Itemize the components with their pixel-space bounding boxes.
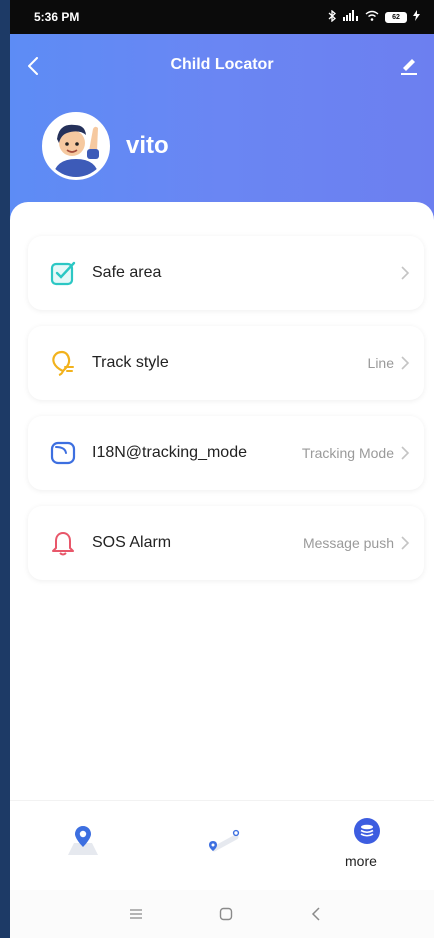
sos-alarm-row[interactable]: SOS Alarm Message push — [28, 506, 424, 580]
settings-panel: Safe area Track style Line I18N@tracking… — [10, 202, 434, 822]
page-title: Child Locator — [170, 56, 274, 73]
status-icons: 62 — [328, 9, 420, 25]
nav-location-tab[interactable] — [66, 823, 100, 862]
charging-icon — [413, 10, 420, 24]
chevron-left-icon — [311, 907, 320, 921]
track-style-label: Track style — [92, 354, 169, 371]
layers-icon — [354, 818, 380, 844]
track-style-value: Line — [367, 355, 394, 371]
more-label: more — [345, 853, 377, 869]
bluetooth-icon — [328, 9, 337, 25]
battery-icon: 62 — [385, 11, 407, 23]
home-button[interactable] — [216, 904, 236, 924]
chevron-right-icon — [401, 446, 410, 460]
square-icon — [219, 907, 233, 921]
nav-more-tab[interactable] — [353, 817, 381, 850]
location-pin-icon — [68, 826, 98, 855]
username: vito — [126, 132, 169, 159]
signal-icon — [343, 10, 359, 24]
wifi-icon — [365, 10, 379, 24]
pencil-icon — [401, 59, 417, 75]
edit-button[interactable] — [398, 54, 420, 76]
safe-area-label: Safe area — [92, 264, 162, 281]
avatar[interactable] — [42, 112, 110, 180]
route-icon — [209, 829, 240, 852]
mode-icon — [48, 438, 78, 468]
recent-apps-button[interactable] — [126, 904, 146, 924]
tracking-mode-row[interactable]: I18N@tracking_mode Tracking Mode — [28, 416, 424, 490]
balloon-icon — [48, 348, 78, 378]
tracking-mode-label: I18N@tracking_mode — [92, 444, 247, 461]
chevron-right-icon — [401, 536, 410, 550]
menu-icon — [130, 909, 142, 919]
tracking-mode-value: Tracking Mode — [301, 445, 394, 461]
chevron-right-icon — [401, 356, 410, 370]
status-time: 5:36 PM — [34, 10, 80, 24]
safe-area-row[interactable]: Safe area — [28, 236, 424, 310]
system-nav-bar — [10, 890, 434, 938]
checkbox-icon — [48, 258, 78, 288]
bell-icon — [48, 528, 78, 558]
track-style-row[interactable]: Track style Line — [28, 326, 424, 400]
sos-alarm-value: Message push — [302, 535, 394, 551]
chevron-right-icon — [401, 266, 410, 280]
bottom-nav: more — [10, 800, 434, 890]
nav-track-tab[interactable] — [206, 827, 242, 862]
system-back-button[interactable] — [306, 904, 326, 924]
status-bar: 5:36 PM 62 — [10, 0, 434, 34]
sos-alarm-label: SOS Alarm — [92, 534, 172, 551]
phone-screen: 5:36 PM 62 Child Locator vito Safe area … — [10, 0, 434, 938]
